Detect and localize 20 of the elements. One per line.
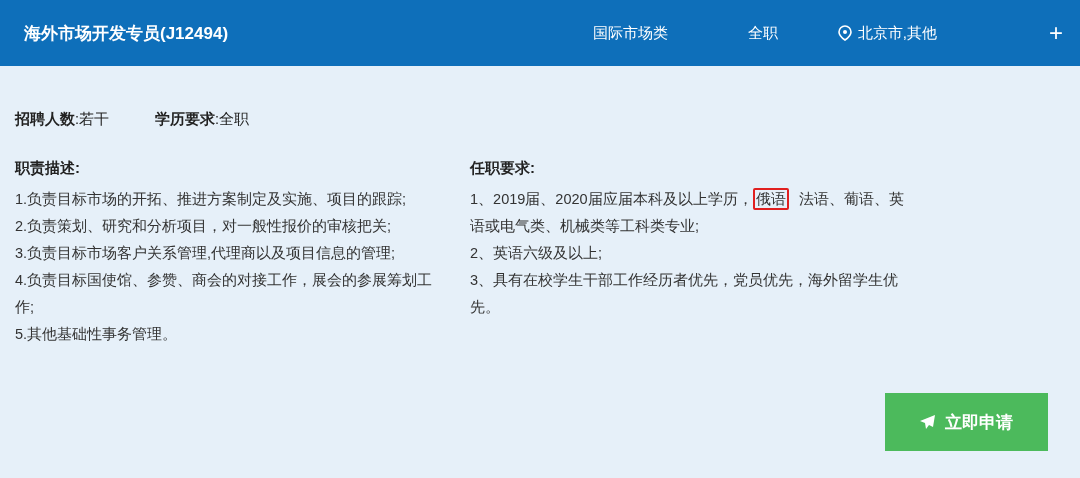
job-title: 海外市场开发专员(J12494) [24,22,230,45]
section-heading: 职责描述: [15,159,81,178]
highlight-box: 俄语 [752,188,789,210]
expand-button[interactable]: + [1049,21,1063,45]
location-pin-icon [837,25,852,41]
duty-item: 3.负责目标市场客户关系管理,代理商以及项目信息的管理; [15,244,397,263]
requirement-item: 3、具有在校学生干部工作经历者优先，党员优先，海外留学生优先。 [470,271,900,317]
job-location: 北京市,其他 [857,23,937,43]
section-heading: 任职要求: [470,159,536,178]
duty-item: 4.负责目标国使馆、参赞、商会的对接工作，展会的参展筹划工作; [15,271,433,317]
requirement-item: 2、英语六级及以上; [470,244,604,263]
send-icon [920,415,935,429]
duty-item: 1.负责目标市场的开拓、推进方案制定及实施、项目的跟踪; [15,190,408,209]
summary-field: 招聘人数:若干 [15,110,110,129]
job-category: 国际市场类 [592,23,668,43]
job-type: 全职 [747,23,778,43]
duty-item: 5.其他基础性事务管理。 [15,325,179,344]
duty-item: 2.负责策划、研究和分析项目，对一般性报价的审核把关; [15,217,393,236]
summary-field: 学历要求:全职 [155,110,250,129]
requirement-item: 1、2019届、2020届应届本科及以上学历， 俄语 法语、葡语、英语或电气类、机械类等工科类专业; [470,186,912,240]
